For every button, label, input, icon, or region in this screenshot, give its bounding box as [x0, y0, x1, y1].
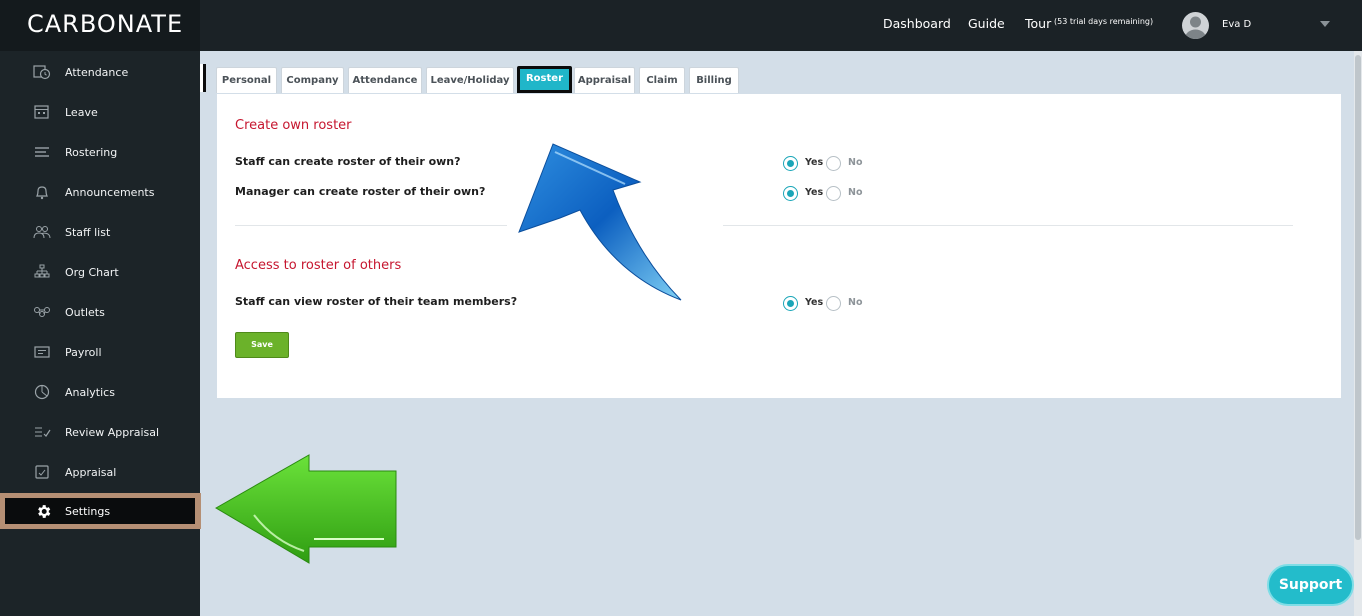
sidebar-item-label: Payroll — [65, 346, 102, 359]
section-title-access-roster-others: Access to roster of others — [235, 258, 402, 273]
sidebar-item-review-appraisal[interactable]: Review Appraisal — [0, 412, 200, 452]
sidebar-item-label: Review Appraisal — [65, 426, 160, 439]
tab-billing[interactable]: Billing — [689, 67, 739, 93]
sidebar-item-attendance[interactable]: Attendance — [0, 52, 200, 92]
radio-no[interactable] — [826, 186, 841, 201]
analytics-icon — [33, 384, 51, 400]
sidebar-item-rostering[interactable]: Rostering — [0, 132, 200, 172]
attendance-icon — [33, 64, 51, 80]
radio-yes[interactable] — [783, 296, 798, 311]
sidebar-item-label: Outlets — [65, 306, 105, 319]
tab-claim[interactable]: Claim — [639, 67, 685, 93]
sidebar-item-outlets[interactable]: Outlets — [0, 292, 200, 332]
calendar-icon — [33, 104, 51, 120]
section-title-create-own-roster: Create own roster — [235, 118, 352, 133]
sidebar-item-leave[interactable]: Leave — [0, 92, 200, 132]
appraisal-icon — [33, 464, 51, 480]
trial-days-note: (53 trial days remaining) — [1054, 17, 1154, 26]
tab-bar-marker — [200, 64, 206, 92]
nav-dashboard-link[interactable]: Dashboard — [883, 16, 951, 31]
question-staff-view-team-roster: Staff can view roster of their team memb… — [235, 295, 518, 308]
review-icon — [33, 424, 51, 440]
roster-icon — [33, 144, 51, 160]
tab-appraisal[interactable]: Appraisal — [574, 67, 635, 93]
question-staff-create-roster: Staff can create roster of their own? — [235, 155, 461, 168]
tab-attendance[interactable]: Attendance — [348, 67, 422, 93]
sidebar-item-label: Org Chart — [65, 266, 119, 279]
radio-no-label: No — [848, 187, 863, 198]
sidebar-item-payroll[interactable]: Payroll — [0, 332, 200, 372]
sidebar-item-label: Settings — [65, 505, 111, 518]
user-silhouette-icon — [1185, 16, 1206, 39]
payroll-icon — [33, 344, 51, 360]
support-button[interactable]: Support — [1267, 564, 1354, 606]
sidebar-item-appraisal[interactable]: Appraisal — [0, 452, 200, 492]
radio-yes-label: Yes — [805, 297, 824, 308]
divider — [235, 225, 507, 226]
scrollbar-thumb[interactable] — [1355, 55, 1361, 540]
sidebar-item-label: Announcements — [65, 186, 155, 199]
tab-leave-holiday[interactable]: Leave/Holiday — [426, 67, 514, 93]
nav-guide-link[interactable]: Guide — [968, 16, 1005, 31]
radio-no[interactable] — [826, 156, 841, 171]
blue-annotation-arrow — [518, 143, 682, 301]
radio-yes[interactable] — [783, 186, 798, 201]
radio-yes-label: Yes — [805, 157, 824, 168]
top-bar: CARBONATE Dashboard Guide Tour (53 trial… — [0, 0, 1362, 51]
radio-yes[interactable] — [783, 156, 798, 171]
tab-roster[interactable]: Roster — [517, 66, 572, 93]
outlets-icon — [33, 304, 51, 320]
radio-no[interactable] — [826, 296, 841, 311]
sidebar-item-settings-highlight: Settings — [0, 493, 201, 529]
chevron-down-icon[interactable] — [1320, 21, 1330, 27]
sidebar-item-label: Appraisal — [65, 466, 117, 479]
bell-icon — [33, 184, 51, 200]
radio-yes-label: Yes — [805, 187, 824, 198]
divider — [723, 225, 1293, 226]
sidebar-item-label: Analytics — [65, 386, 115, 399]
sidebar-item-analytics[interactable]: Analytics — [0, 372, 200, 412]
app-logo[interactable]: CARBONATE — [0, 0, 200, 51]
sidebar-item-org-chart[interactable]: Org Chart — [0, 252, 200, 292]
settings-panel: Create own roster Staff can create roste… — [217, 94, 1341, 398]
sidebar-item-label: Attendance — [65, 66, 129, 79]
green-annotation-arrow — [215, 454, 397, 564]
radio-no-label: No — [848, 297, 863, 308]
user-name[interactable]: Eva D — [1222, 19, 1251, 30]
save-button[interactable]: Save — [235, 332, 289, 358]
sidebar-item-label: Staff list — [65, 226, 111, 239]
nav-tour-link[interactable]: Tour — [1025, 16, 1051, 31]
people-icon — [33, 224, 51, 240]
gear-icon — [35, 503, 52, 525]
user-avatar[interactable] — [1182, 12, 1209, 39]
tab-personal[interactable]: Personal — [216, 67, 277, 93]
radio-no-label: No — [848, 157, 863, 168]
sidebar-item-announcements[interactable]: Announcements — [0, 172, 200, 212]
org-chart-icon — [33, 264, 51, 280]
sidebar-item-settings[interactable]: Settings — [5, 498, 195, 524]
sidebar-item-label: Rostering — [65, 146, 118, 159]
question-manager-create-roster: Manager can create roster of their own? — [235, 185, 486, 198]
sidebar: Attendance Leave Rostering Announcements… — [0, 51, 200, 616]
sidebar-item-label: Leave — [65, 106, 98, 119]
sidebar-item-staff-list[interactable]: Staff list — [0, 212, 200, 252]
tab-company[interactable]: Company — [281, 67, 344, 93]
